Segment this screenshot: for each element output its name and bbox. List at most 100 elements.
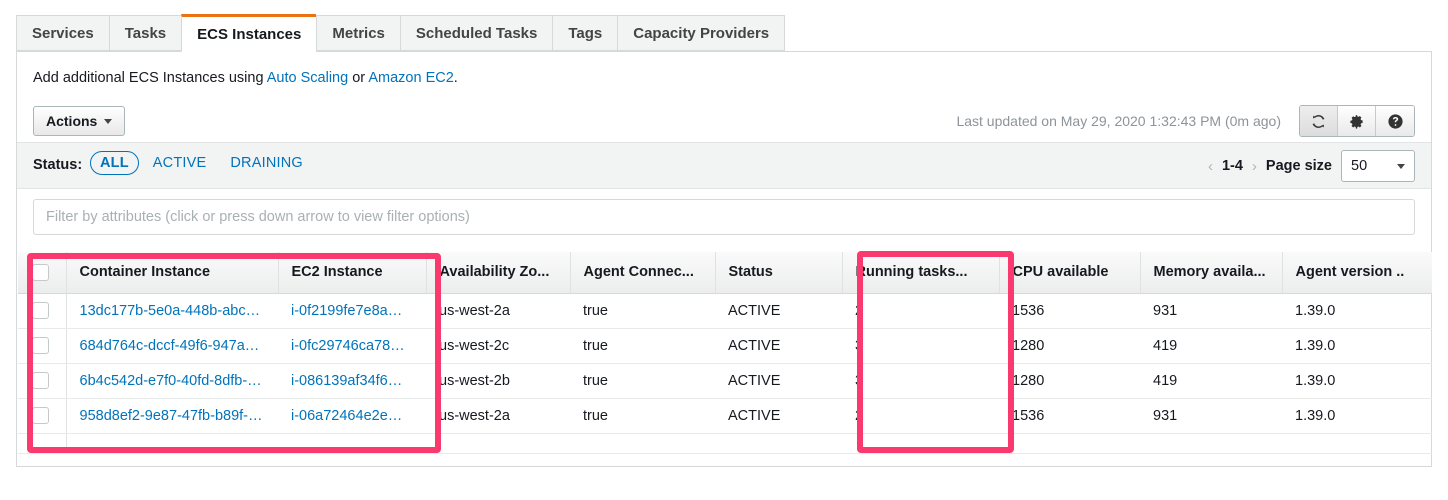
cell-ec2-instance: i-086139af34f6… bbox=[278, 363, 426, 398]
ecs-instances-page: Services Tasks ECS Instances Metrics Schedul… bbox=[0, 0, 1448, 500]
instances-table-wrapper: Container InstanceEC2 InstanceAvailabili… bbox=[18, 252, 1432, 462]
empty-cell bbox=[999, 433, 1140, 453]
tab-scheduled-tasks[interactable]: Scheduled Tasks bbox=[400, 15, 552, 51]
cell-status: ACTIVE bbox=[715, 398, 842, 433]
column-header[interactable]: Container Instance bbox=[66, 252, 278, 293]
tab-label: Metrics bbox=[332, 25, 385, 42]
column-header[interactable]: CPU available bbox=[999, 252, 1140, 293]
cell-cpu-available: 1536 bbox=[999, 398, 1140, 433]
page-size-value: 50 bbox=[1351, 158, 1367, 174]
cell-memory-available: 419 bbox=[1140, 328, 1282, 363]
tab-tags[interactable]: Tags bbox=[552, 15, 617, 51]
pagination-controls: ‹ 1-4 › Page size 50 bbox=[1208, 150, 1415, 182]
toolbar-icon-buttons bbox=[1299, 105, 1415, 137]
cell-status: ACTIVE bbox=[715, 363, 842, 398]
tab-capacity-providers[interactable]: Capacity Providers bbox=[617, 15, 785, 51]
tab-label: Scheduled Tasks bbox=[416, 25, 537, 42]
row-select-cell bbox=[18, 328, 66, 363]
ec2-instance-link[interactable]: i-0fc29746ca78… bbox=[291, 338, 405, 354]
status-option-draining[interactable]: DRAINING bbox=[220, 151, 313, 175]
table-row[interactable]: 6b4c542d-e7f0-40fd-8dfb-… i-086139af34f6…… bbox=[18, 363, 1432, 398]
tab-services[interactable]: Services bbox=[16, 15, 109, 51]
status-filter-label: Status: bbox=[33, 157, 82, 173]
gear-icon bbox=[1348, 113, 1365, 130]
tab-metrics[interactable]: Metrics bbox=[316, 15, 400, 51]
table-empty-row bbox=[18, 433, 1432, 453]
tab-label: Tasks bbox=[125, 25, 166, 42]
help-button[interactable] bbox=[1376, 106, 1414, 136]
row-checkbox[interactable] bbox=[32, 337, 49, 354]
cell-agent-version: 1.39.0 bbox=[1282, 398, 1432, 433]
ec2-instance-link[interactable]: i-086139af34f6… bbox=[291, 373, 402, 389]
select-all-checkbox[interactable] bbox=[32, 264, 49, 281]
cell-agent-connected: true bbox=[570, 398, 715, 433]
container-instance-link[interactable]: 958d8ef2-9e87-47fb-b89f-… bbox=[80, 408, 263, 424]
row-checkbox[interactable] bbox=[32, 302, 49, 319]
hint-suffix: . bbox=[454, 70, 458, 86]
cell-memory-available: 419 bbox=[1140, 363, 1282, 398]
help-icon bbox=[1387, 113, 1404, 130]
ec2-instance-link[interactable]: i-06a72464e2e… bbox=[291, 408, 402, 424]
column-header[interactable]: EC2 Instance bbox=[278, 252, 426, 293]
cell-agent-connected: true bbox=[570, 293, 715, 328]
column-header[interactable]: Availability Zo... bbox=[426, 252, 570, 293]
cell-availability-zone: us-west-2c bbox=[426, 328, 570, 363]
cell-memory-available: 931 bbox=[1140, 398, 1282, 433]
page-size-select[interactable]: 50 bbox=[1341, 150, 1415, 182]
container-instance-link[interactable]: 684d764c-dccf-49f6-947a… bbox=[80, 338, 260, 354]
settings-button[interactable] bbox=[1338, 106, 1376, 136]
column-header[interactable]: Status bbox=[715, 252, 842, 293]
chevron-down-icon bbox=[104, 119, 112, 124]
row-select-cell bbox=[18, 398, 66, 433]
cell-container-instance: 958d8ef2-9e87-47fb-b89f-… bbox=[66, 398, 278, 433]
cell-agent-connected: true bbox=[570, 363, 715, 398]
row-checkbox[interactable] bbox=[32, 372, 49, 389]
chevron-right-icon[interactable]: › bbox=[1252, 158, 1257, 175]
empty-cell bbox=[842, 433, 999, 453]
auto-scaling-link[interactable]: Auto Scaling bbox=[267, 70, 348, 86]
column-header[interactable]: Running tasks... bbox=[842, 252, 999, 293]
cell-agent-version: 1.39.0 bbox=[1282, 293, 1432, 328]
empty-cell bbox=[1282, 433, 1432, 453]
column-header[interactable]: Memory availa... bbox=[1140, 252, 1282, 293]
cell-status: ACTIVE bbox=[715, 293, 842, 328]
container-instance-link[interactable]: 13dc177b-5e0a-448b-abc… bbox=[80, 303, 261, 319]
cell-status: ACTIVE bbox=[715, 328, 842, 363]
cell-availability-zone: us-west-2a bbox=[426, 398, 570, 433]
tab-tasks[interactable]: Tasks bbox=[109, 15, 181, 51]
table-row[interactable]: 958d8ef2-9e87-47fb-b89f-… i-06a72464e2e… u… bbox=[18, 398, 1432, 433]
cell-memory-available: 931 bbox=[1140, 293, 1282, 328]
ec2-instance-link[interactable]: i-0f2199fe7e8a… bbox=[291, 303, 402, 319]
column-header[interactable]: Agent version .. bbox=[1282, 252, 1432, 293]
add-instances-hint: Add additional ECS Instances using Auto … bbox=[33, 70, 458, 86]
empty-cell bbox=[66, 433, 278, 453]
tab-label: Tags bbox=[568, 25, 602, 42]
page-range: 1-4 bbox=[1222, 158, 1243, 174]
container-instance-link[interactable]: 6b4c542d-e7f0-40fd-8dfb-… bbox=[80, 373, 262, 389]
status-option-active[interactable]: ACTIVE bbox=[143, 151, 217, 175]
cell-ec2-instance: i-0f2199fe7e8a… bbox=[278, 293, 426, 328]
cell-ec2-instance: i-0fc29746ca78… bbox=[278, 328, 426, 363]
actions-button[interactable]: Actions bbox=[33, 106, 125, 136]
cell-cpu-available: 1536 bbox=[999, 293, 1140, 328]
actions-row: Actions Last updated on May 29, 2020 1:3… bbox=[17, 100, 1431, 142]
tab-label: Services bbox=[32, 25, 94, 42]
filter-input[interactable] bbox=[33, 199, 1415, 235]
table-row[interactable]: 684d764c-dccf-49f6-947a… i-0fc29746ca78… u… bbox=[18, 328, 1432, 363]
amazon-ec2-link[interactable]: Amazon EC2 bbox=[368, 70, 453, 86]
table-header-row: Container InstanceEC2 InstanceAvailabili… bbox=[18, 252, 1432, 293]
tab-ecs-instances[interactable]: ECS Instances bbox=[181, 14, 316, 52]
row-select-cell bbox=[18, 293, 66, 328]
refresh-button[interactable] bbox=[1300, 106, 1338, 136]
tab-label: ECS Instances bbox=[197, 26, 301, 43]
row-checkbox[interactable] bbox=[32, 407, 49, 424]
table-row[interactable]: 13dc177b-5e0a-448b-abc…i-0f2199fe7e8a…us… bbox=[18, 293, 1432, 328]
status-option-all[interactable]: ALL bbox=[90, 151, 139, 175]
column-header[interactable]: Agent Connec... bbox=[570, 252, 715, 293]
table-body: 13dc177b-5e0a-448b-abc… i-0f2199fe7e8a… us… bbox=[18, 293, 1432, 453]
cell-agent-version: 1.39.0 bbox=[1282, 363, 1432, 398]
hint-prefix: Add additional ECS Instances using bbox=[33, 70, 267, 86]
empty-cell bbox=[426, 433, 570, 453]
tab-bar: Services Tasks ECS Instances Metrics Schedul… bbox=[16, 16, 1432, 52]
chevron-left-icon[interactable]: ‹ bbox=[1208, 158, 1213, 175]
